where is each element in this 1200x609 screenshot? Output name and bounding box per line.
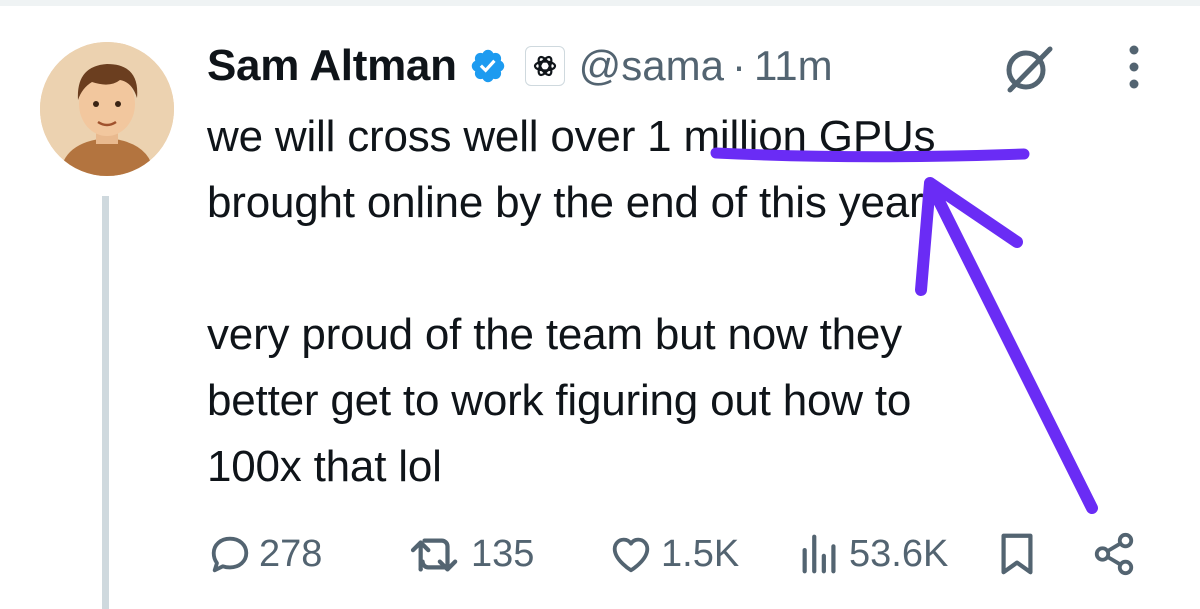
repost-button[interactable]: 135 bbox=[407, 526, 534, 582]
tweet-actions: 278 135 1.5K 53.6K bbox=[207, 526, 1147, 582]
bookmark-icon bbox=[1001, 533, 1033, 575]
share-icon bbox=[1094, 532, 1134, 576]
repost-icon bbox=[410, 538, 458, 572]
tweet-line: better get to work figuring out how to bbox=[207, 376, 912, 425]
openai-logo-icon[interactable] bbox=[524, 46, 565, 86]
thread-line bbox=[102, 196, 109, 609]
author-name[interactable]: Sam Altman bbox=[207, 41, 457, 91]
grok-icon[interactable] bbox=[1000, 44, 1056, 94]
author-handle[interactable]: @sama bbox=[579, 42, 724, 90]
bookmark-button[interactable] bbox=[997, 526, 1037, 582]
reply-button[interactable]: 278 bbox=[207, 526, 322, 582]
tweet-line: we will cross well over 1 million GPUs bbox=[207, 112, 936, 161]
tweet-header: Sam Altman @sama · 11m bbox=[207, 38, 927, 94]
share-button[interactable] bbox=[1091, 526, 1137, 582]
more-vertical-icon[interactable] bbox=[1124, 44, 1144, 90]
top-divider bbox=[0, 0, 1200, 6]
views-icon bbox=[802, 534, 836, 574]
repost-count: 135 bbox=[471, 532, 535, 575]
views-button[interactable]: 53.6K bbox=[797, 526, 948, 582]
tweet-text: we will cross well over 1 million GPUs b… bbox=[207, 104, 1107, 500]
reply-count: 278 bbox=[259, 532, 323, 575]
verified-badge-icon[interactable] bbox=[469, 47, 507, 85]
tweet-timestamp[interactable]: 11m bbox=[754, 42, 833, 90]
views-count: 53.6K bbox=[849, 532, 949, 575]
like-count: 1.5K bbox=[661, 532, 740, 575]
like-button[interactable]: 1.5K bbox=[607, 526, 739, 582]
tweet-line: brought online by the end of this year! bbox=[207, 178, 936, 227]
avatar[interactable] bbox=[40, 42, 174, 176]
tweet-line: 100x that lol bbox=[207, 442, 442, 491]
header-separator: · bbox=[732, 42, 747, 89]
reply-icon bbox=[211, 536, 249, 573]
heart-icon bbox=[612, 537, 650, 573]
tweet-line: very proud of the team but now they bbox=[207, 310, 902, 359]
